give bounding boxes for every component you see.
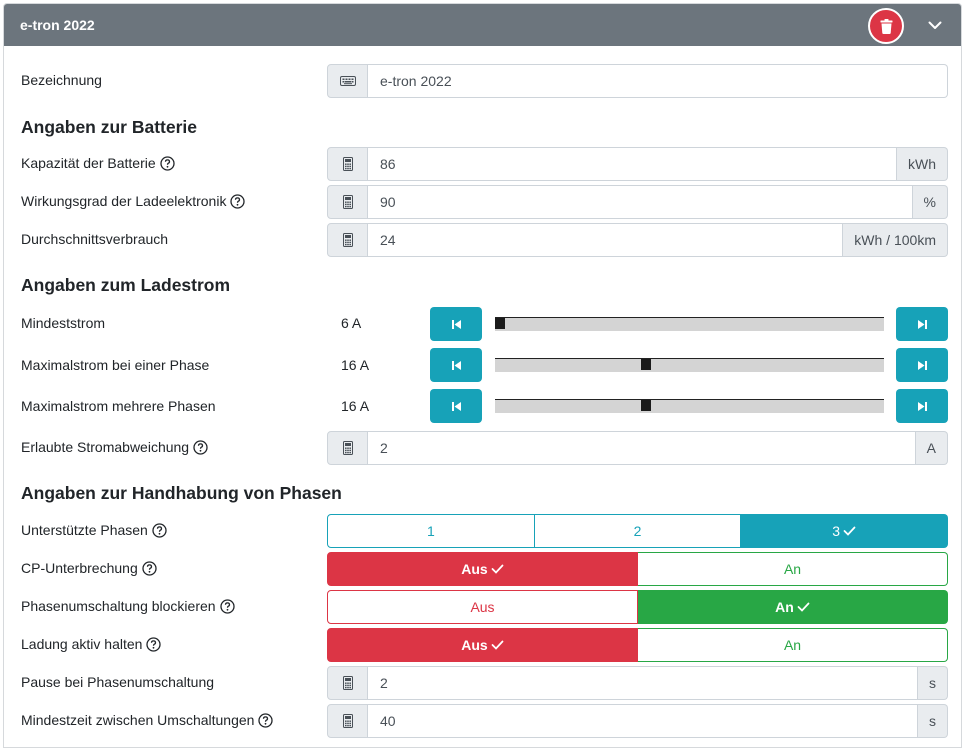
capacity-input-group: kWh: [327, 147, 948, 181]
efficiency-input[interactable]: [368, 185, 913, 219]
collapse-button[interactable]: [922, 12, 948, 38]
max-current-multi-label: Maximalstrom mehrere Phasen: [21, 398, 216, 414]
calculator-icon: [327, 666, 368, 700]
deviation-label: Erlaubte Stromabweichung: [21, 439, 208, 455]
cp-interruption-toggle: Aus An: [327, 552, 948, 586]
min-current-label: Mindeststrom: [21, 315, 106, 331]
vehicle-title: e-tron 2022: [20, 17, 95, 33]
max-current-one-decrease-button[interactable]: [430, 348, 482, 382]
efficiency-input-group: %: [327, 185, 948, 219]
consumption-input-group: kWh / 100km: [327, 223, 948, 257]
min-current-increase-button[interactable]: [896, 307, 948, 341]
consumption-label: Durchschnittsverbrauch: [21, 231, 169, 247]
max-current-multi-value: 16 A: [341, 398, 370, 414]
phases-toggle: 1 2 3: [327, 514, 949, 548]
section-battery: Angaben zur Batterie: [21, 117, 197, 137]
keyboard-icon: [327, 64, 368, 98]
help-icon[interactable]: [219, 598, 235, 614]
step-backward-icon: [451, 360, 461, 370]
phases-label: Unterstützte Phasen: [21, 522, 167, 538]
block-switch-off-button[interactable]: Aus: [327, 590, 638, 624]
step-backward-icon: [451, 319, 461, 329]
phases-option-2[interactable]: 2: [534, 514, 742, 548]
max-current-multi-slider-thumb[interactable]: [640, 400, 651, 411]
min-time-label: Mindestzeit zwischen Umschaltungen: [21, 712, 274, 728]
help-icon[interactable]: [142, 560, 157, 576]
step-forward-icon: [917, 360, 927, 370]
pause-label: Pause bei Phasenumschaltung: [21, 674, 215, 690]
calculator-icon: [327, 431, 368, 465]
efficiency-unit: %: [912, 185, 948, 219]
keep-active-on-button[interactable]: An: [638, 628, 948, 662]
min-time-input-group: s: [327, 704, 948, 738]
keep-active-label: Ladung aktiv halten: [21, 636, 162, 652]
efficiency-label: Wirkungsgrad der Ladeelektronik: [21, 193, 246, 209]
cp-interruption-label: CP-Unterbrechung: [21, 560, 157, 576]
trash-icon: [880, 18, 892, 34]
help-icon[interactable]: [159, 155, 175, 171]
name-input[interactable]: [368, 64, 948, 98]
step-forward-icon: [917, 319, 927, 329]
max-current-one-slider[interactable]: [495, 358, 884, 372]
phases-option-3[interactable]: 3: [741, 514, 949, 548]
chevron-down-icon: [928, 21, 942, 29]
min-current-slider-thumb[interactable]: [495, 318, 505, 329]
cp-interruption-on-button[interactable]: An: [638, 552, 948, 586]
max-current-multi-slider[interactable]: [495, 399, 884, 413]
calculator-icon: [327, 223, 368, 257]
calculator-icon: [327, 704, 368, 738]
cp-interruption-off-button[interactable]: Aus: [327, 552, 638, 586]
pause-input[interactable]: [368, 666, 918, 700]
help-icon[interactable]: [152, 522, 167, 538]
section-charge-current: Angaben zum Ladestrom: [21, 275, 231, 295]
check-icon: [491, 640, 504, 650]
pause-unit: s: [918, 666, 948, 700]
section-phases: Angaben zur Handhabung von Phasen: [21, 483, 342, 503]
consumption-input[interactable]: [368, 223, 844, 257]
deviation-unit: A: [915, 431, 948, 465]
vehicle-card: e-tron 2022 Bezeichnung Angaben zur Batt…: [3, 3, 962, 748]
min-current-value: 6 A: [341, 315, 362, 331]
max-current-one-increase-button[interactable]: [896, 348, 948, 382]
max-current-multi-decrease-button[interactable]: [430, 389, 482, 423]
block-switch-on-button[interactable]: An: [638, 590, 948, 624]
capacity-unit: kWh: [897, 147, 948, 181]
min-current-slider[interactable]: [495, 317, 884, 331]
name-label: Bezeichnung: [21, 72, 102, 88]
block-switch-label: Phasenumschaltung blockieren: [21, 598, 235, 614]
card-header[interactable]: e-tron 2022: [4, 4, 961, 46]
block-switch-toggle: Aus An: [327, 590, 948, 624]
step-forward-icon: [917, 401, 927, 411]
name-input-group: [327, 64, 948, 98]
capacity-label: Kapazität der Batterie: [21, 155, 175, 171]
max-current-one-slider-thumb[interactable]: [640, 359, 651, 370]
max-current-one-value: 16 A: [341, 357, 370, 373]
pause-input-group: s: [327, 666, 948, 700]
help-icon[interactable]: [193, 439, 208, 455]
delete-button[interactable]: [868, 8, 904, 44]
calculator-icon: [327, 147, 368, 181]
min-time-unit: s: [918, 704, 948, 738]
help-icon[interactable]: [230, 193, 246, 209]
calculator-icon: [327, 185, 368, 219]
capacity-input[interactable]: [368, 147, 897, 181]
help-icon[interactable]: [258, 712, 274, 728]
phases-option-1[interactable]: 1: [327, 514, 535, 548]
keep-active-off-button[interactable]: Aus: [327, 628, 638, 662]
consumption-unit: kWh / 100km: [843, 223, 948, 257]
step-backward-icon: [451, 401, 461, 411]
check-icon: [491, 564, 504, 574]
check-icon: [843, 526, 856, 536]
deviation-input-group: A: [327, 431, 948, 465]
min-time-input[interactable]: [368, 704, 918, 738]
deviation-input[interactable]: [368, 431, 916, 465]
help-icon[interactable]: [146, 636, 162, 652]
max-current-multi-increase-button[interactable]: [896, 389, 948, 423]
keep-active-toggle: Aus An: [327, 628, 948, 662]
check-icon: [797, 602, 810, 612]
min-current-decrease-button[interactable]: [430, 307, 482, 341]
max-current-one-label: Maximalstrom bei einer Phase: [21, 357, 210, 373]
